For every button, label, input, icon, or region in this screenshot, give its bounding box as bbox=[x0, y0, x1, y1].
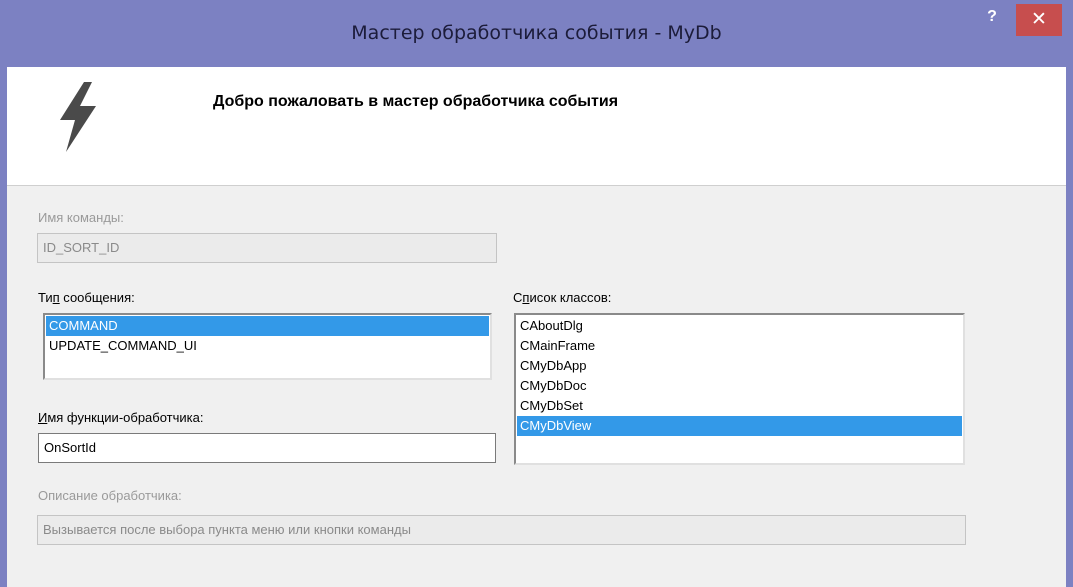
welcome-heading: Добро пожаловать в мастер обработчика со… bbox=[213, 93, 619, 110]
close-button[interactable]: ✕ bbox=[1016, 4, 1062, 36]
wizard-header bbox=[7, 67, 1066, 186]
handler-name-input[interactable]: OnSortId bbox=[38, 433, 496, 463]
class-list-item[interactable]: CMyDbView bbox=[517, 416, 962, 436]
message-type-label: Тип сообщения: bbox=[38, 290, 135, 305]
class-list-item[interactable]: CMyDbApp bbox=[517, 356, 962, 376]
class-list-item[interactable]: CMyDbDoc bbox=[517, 376, 962, 396]
message-type-item[interactable]: COMMAND bbox=[46, 316, 489, 336]
class-list-item[interactable]: CAboutDlg bbox=[517, 316, 962, 336]
class-list-item[interactable]: CMainFrame bbox=[517, 336, 962, 356]
handler-description-field: Вызывается после выбора пункта меню или … bbox=[37, 515, 966, 545]
class-list[interactable]: CAboutDlg CMainFrame CMyDbApp CMyDbDoc C… bbox=[514, 313, 965, 465]
command-name-label: Имя команды: bbox=[38, 210, 124, 225]
class-list-label: Список классов: bbox=[513, 290, 612, 305]
help-button[interactable]: ? bbox=[978, 6, 1006, 34]
window-border-right bbox=[1066, 67, 1073, 587]
lightning-bolt-icon bbox=[60, 82, 96, 152]
message-type-item[interactable]: UPDATE_COMMAND_UI bbox=[46, 336, 489, 356]
title-bar: Мастер обработчика события - MyDb ? ✕ bbox=[0, 0, 1073, 67]
window-border-left bbox=[0, 67, 7, 587]
handler-name-label: Имя функции-обработчика: bbox=[38, 410, 204, 425]
class-list-item[interactable]: CMyDbSet bbox=[517, 396, 962, 416]
message-type-list[interactable]: COMMAND UPDATE_COMMAND_UI bbox=[43, 313, 492, 380]
command-name-field: ID_SORT_ID bbox=[37, 233, 497, 263]
window-title: Мастер обработчика события - MyDb bbox=[351, 22, 722, 44]
handler-description-label: Описание обработчика: bbox=[38, 488, 182, 503]
